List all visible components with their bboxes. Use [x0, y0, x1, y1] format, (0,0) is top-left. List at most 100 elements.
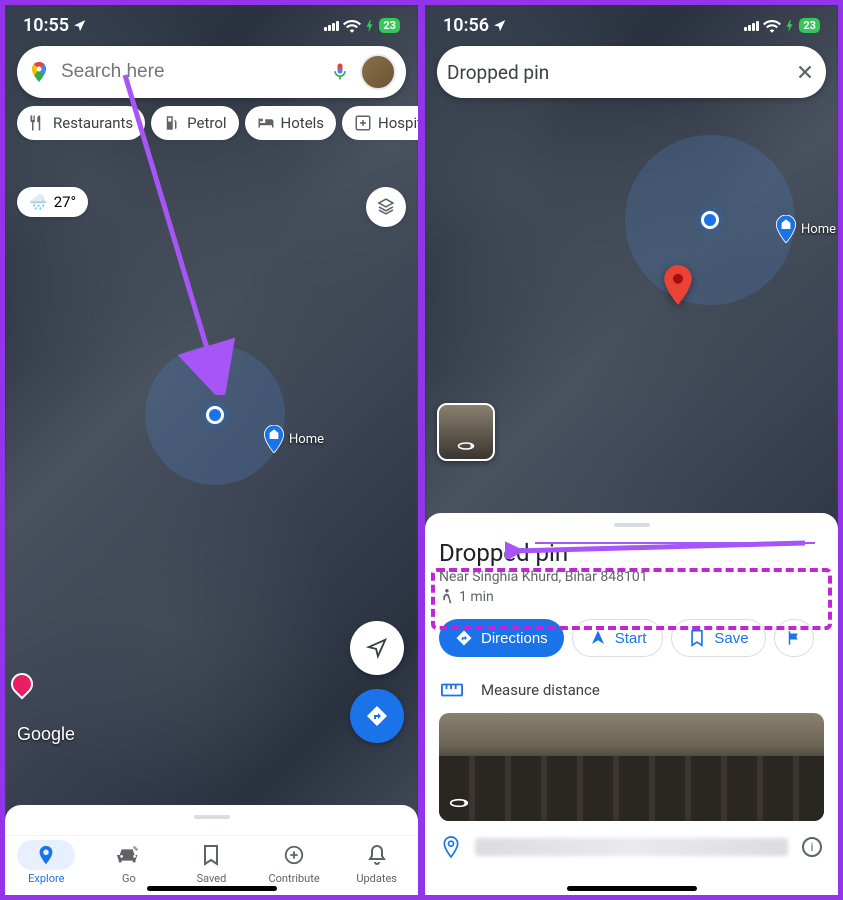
- chip-petrol[interactable]: Petrol: [151, 106, 238, 140]
- tab-label: Saved: [197, 872, 227, 885]
- status-bar: 10:56 23: [425, 5, 838, 44]
- sheet-handle[interactable]: [614, 523, 650, 527]
- home-indicator: [567, 886, 697, 891]
- tab-label: Go: [122, 872, 136, 885]
- search-bar[interactable]: Dropped pin: [437, 46, 826, 98]
- hospital-icon: [354, 114, 372, 132]
- flag-icon: [785, 629, 803, 647]
- battery-bolt-icon: [365, 20, 375, 32]
- tab-contribute[interactable]: Contribute: [265, 840, 323, 885]
- home-pin[interactable]: Home: [775, 215, 836, 243]
- walk-time-row: 1 min: [439, 589, 824, 605]
- home-pin-icon: [263, 425, 285, 453]
- phone-screenshot-left: 10:55 23 Restaurants: [3, 3, 420, 897]
- pin-icon: [35, 844, 57, 866]
- car-icon: [116, 844, 142, 866]
- tab-saved[interactable]: Saved: [182, 840, 240, 885]
- tab-go[interactable]: Go: [100, 840, 158, 885]
- google-watermark: Google: [17, 724, 75, 745]
- 360-icon: [457, 437, 475, 455]
- plus-circle-icon: [283, 844, 305, 866]
- walk-time: 1 min: [459, 589, 494, 605]
- chip-hotels[interactable]: Hotels: [245, 106, 337, 140]
- red-pin-icon: [663, 265, 693, 305]
- home-indicator: [147, 886, 277, 891]
- navigate-icon: [589, 629, 607, 647]
- recenter-button[interactable]: [350, 621, 404, 675]
- bookmark-icon: [202, 844, 220, 866]
- chip-label: Restaurants: [53, 114, 133, 132]
- microphone-icon[interactable]: [330, 62, 350, 82]
- battery-level: 23: [799, 18, 820, 33]
- more-action-button[interactable]: [774, 619, 814, 657]
- bottom-sheet-place[interactable]: Dropped pin Near Singhia Khurd, Bihar 84…: [425, 513, 838, 895]
- bookmark-icon: [688, 629, 706, 647]
- chip-hospitals[interactable]: Hospitals: [342, 106, 418, 140]
- search-value[interactable]: Dropped pin: [447, 61, 784, 84]
- button-label: Directions: [481, 630, 548, 647]
- status-bar: 10:55 23: [5, 5, 418, 44]
- profile-avatar[interactable]: [360, 54, 396, 90]
- chip-label: Hotels: [281, 114, 325, 132]
- 360-icon: [449, 793, 469, 813]
- category-chips-row: Restaurants Petrol Hotels Hospitals: [5, 106, 418, 140]
- place-address: Near Singhia Khurd, Bihar 848101: [439, 569, 824, 585]
- measure-label: Measure distance: [481, 681, 600, 699]
- chip-label: Hospitals: [378, 114, 418, 132]
- directions-icon: [455, 629, 473, 647]
- tab-updates[interactable]: Updates: [348, 840, 406, 885]
- tab-label: Contribute: [268, 872, 319, 885]
- measure-distance-row[interactable]: Measure distance: [439, 667, 824, 713]
- info-icon[interactable]: i: [802, 837, 822, 857]
- street-view-preview[interactable]: [439, 713, 824, 821]
- weather-pill[interactable]: 🌧️ 27°: [17, 187, 88, 217]
- action-buttons-row: Directions Start Save: [439, 619, 824, 657]
- tab-explore[interactable]: Explore: [17, 840, 75, 885]
- tab-label: Explore: [28, 872, 64, 885]
- rain-cloud-icon: 🌧️: [29, 193, 48, 211]
- location-arrow-icon: [366, 637, 388, 659]
- dropped-pin[interactable]: [663, 265, 693, 309]
- search-bar[interactable]: [17, 46, 406, 98]
- phone-screenshot-right: 10:56 23 Dropped pin Home Dro: [423, 3, 840, 897]
- directions-button[interactable]: Directions: [439, 619, 564, 657]
- home-pin[interactable]: Home: [263, 425, 324, 453]
- petrol-icon: [163, 114, 181, 132]
- close-icon[interactable]: [794, 61, 816, 83]
- status-time: 10:56: [443, 15, 489, 36]
- location-accuracy-circle: [145, 345, 285, 485]
- button-label: Start: [615, 630, 647, 647]
- chip-label: Petrol: [187, 114, 226, 132]
- status-time: 10:55: [23, 15, 69, 36]
- layers-button[interactable]: [366, 187, 406, 227]
- walk-icon: [439, 589, 453, 605]
- search-input[interactable]: [61, 61, 320, 83]
- hotel-icon: [257, 114, 275, 132]
- directions-icon: [365, 704, 389, 728]
- restaurant-icon: [29, 114, 47, 132]
- save-button[interactable]: Save: [671, 619, 765, 657]
- google-maps-logo-icon: [27, 60, 51, 84]
- home-pin-icon: [775, 215, 797, 243]
- location-arrow-icon: [73, 19, 87, 33]
- weather-temp: 27°: [54, 193, 76, 211]
- signal-icon: [744, 21, 759, 31]
- layers-icon: [375, 196, 397, 218]
- tab-label: Updates: [356, 872, 397, 885]
- location-accuracy-circle: [625, 135, 795, 305]
- current-location-dot: [206, 406, 224, 424]
- sheet-handle[interactable]: [194, 815, 230, 819]
- start-button[interactable]: Start: [572, 619, 664, 657]
- home-pin-label: Home: [801, 222, 836, 237]
- chip-restaurants[interactable]: Restaurants: [17, 106, 145, 140]
- directions-fab[interactable]: [350, 689, 404, 743]
- street-view-thumbnail[interactable]: [437, 403, 495, 461]
- battery-level: 23: [379, 18, 400, 33]
- address-text-blurred: [475, 838, 788, 856]
- pin-outline-icon: [441, 835, 461, 859]
- wifi-icon: [343, 19, 361, 33]
- bell-icon: [367, 844, 387, 866]
- current-location-dot: [701, 211, 719, 229]
- signal-icon: [324, 21, 339, 31]
- address-detail-row[interactable]: i: [439, 821, 824, 859]
